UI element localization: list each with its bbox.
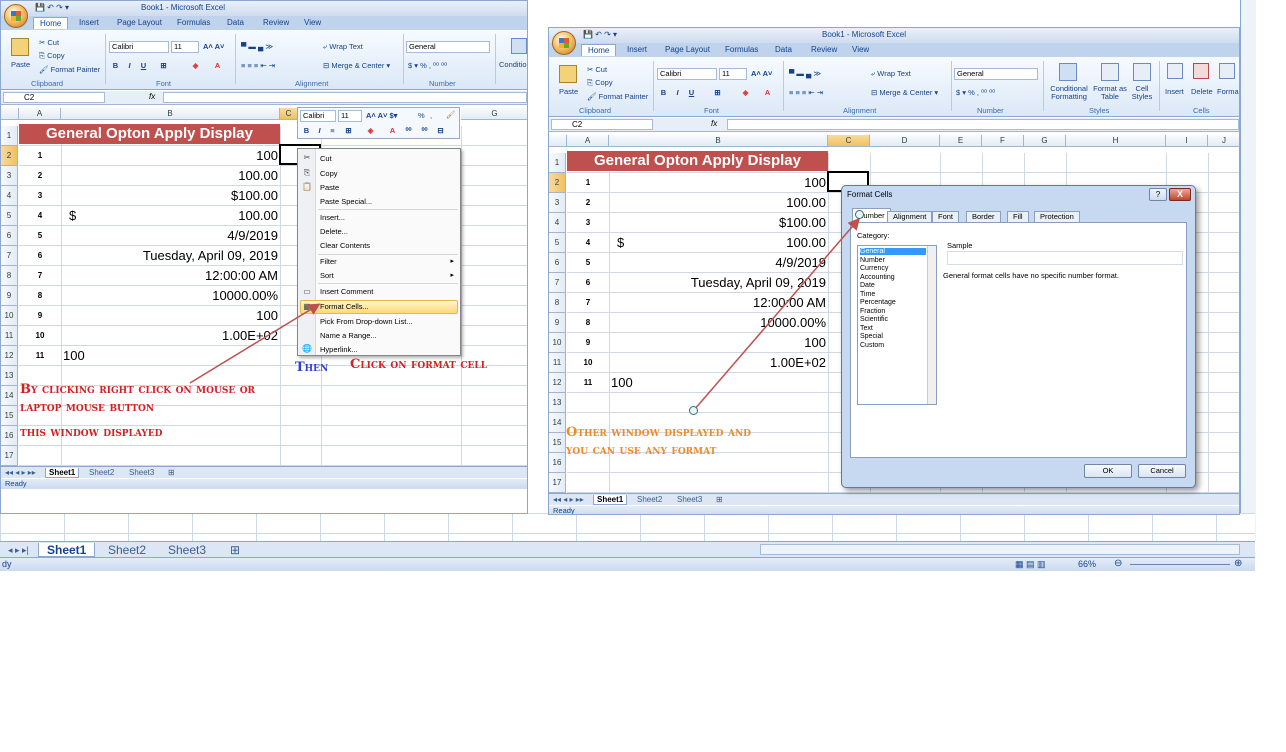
office-button-icon[interactable] — [4, 4, 28, 28]
annotation-right-line2: you can use any format — [566, 443, 717, 458]
annotation-left-line2: laptop mouse button — [20, 400, 155, 415]
annotation-arrows — [189, 217, 860, 411]
arrow-start-marker — [689, 406, 698, 415]
arrow-to-number-tab — [693, 217, 860, 411]
annotation-left-line3: this window displayed — [20, 425, 163, 440]
annotation-right-line1: Other window displayed and — [566, 425, 751, 440]
office-button-icon[interactable] — [552, 31, 576, 55]
arrow-end-marker — [855, 210, 864, 219]
annotation-then: Then — [295, 360, 329, 375]
annotation-click-format-cell: Click on format cell — [350, 357, 488, 372]
annotation-left-line1: By clicking right click on mouse or — [20, 382, 256, 397]
